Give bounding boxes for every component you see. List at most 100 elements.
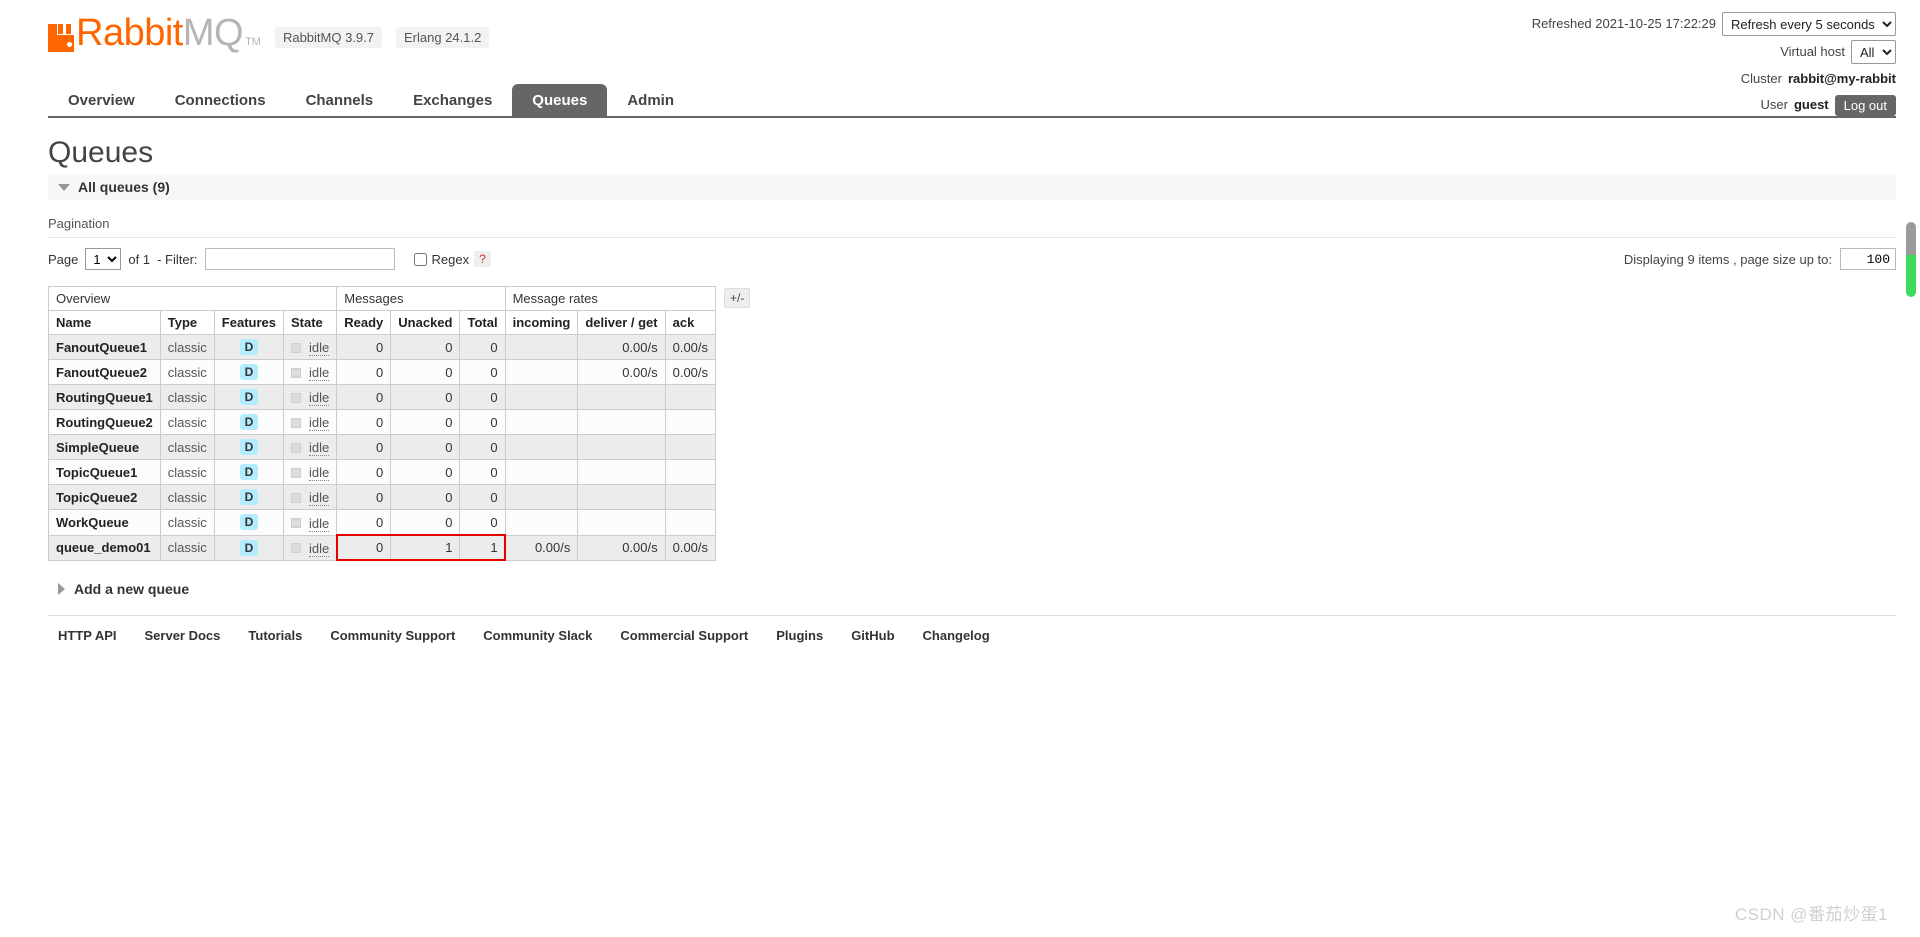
state-indicator-icon <box>291 342 301 353</box>
page-number-select[interactable]: 1 <box>85 248 122 270</box>
column-header-features[interactable]: Features <box>213 310 285 335</box>
cell-total: 1 <box>459 534 506 561</box>
cell-incoming <box>504 384 579 411</box>
cell-state: idle <box>282 333 338 361</box>
cell-name[interactable]: WorkQueue <box>48 509 161 536</box>
page-label: Page <box>48 251 79 267</box>
cell-name[interactable]: SimpleQueue <box>48 434 161 461</box>
state-label: idle <box>309 440 330 457</box>
cell-ack <box>664 434 717 461</box>
cell-name[interactable]: TopicQueue2 <box>48 484 161 511</box>
tab-exchanges[interactable]: Exchanges <box>393 84 512 116</box>
cell-ready: 0 <box>336 509 392 536</box>
cell-unacked: 0 <box>390 333 461 361</box>
main-content: Queues All queues (9) Pagination Page 1 … <box>0 136 1920 643</box>
cell-ready: 0 <box>336 409 392 436</box>
refresh-row: Refreshed 2021-10-25 17:22:29 Refresh ev… <box>1532 12 1896 36</box>
rabbit-icon <box>48 24 74 52</box>
column-header-row: Name Type Features State Ready Unacked T… <box>48 310 717 335</box>
table-row[interactable]: queue_demo01 classic Didle 0 1 1 0.00/s 0.00/s 0… <box>48 534 717 561</box>
durable-badge: D <box>239 489 259 506</box>
state-label: idle <box>309 415 330 432</box>
table-row[interactable]: FanoutQueue2 classic Didle 0 0 0 0.00/s 0.00/s <box>48 359 717 386</box>
tab-channels[interactable]: Channels <box>286 84 394 116</box>
cell-name[interactable]: RoutingQueue2 <box>48 409 161 436</box>
cell-name[interactable]: queue_demo01 <box>48 534 161 561</box>
pagination-controls: Page 1 of 1 - Filter: Regex ? Displaying… <box>48 248 1896 270</box>
page-scrollbar-track[interactable] <box>1905 0 1916 937</box>
state-label: idle <box>309 515 330 532</box>
regex-group: Regex ? <box>413 251 491 267</box>
column-header-deliver-get[interactable]: deliver / get <box>577 310 666 335</box>
footer-link[interactable]: GitHub <box>851 628 894 643</box>
state-label: idle <box>309 365 330 382</box>
state-indicator-icon <box>291 543 301 554</box>
cell-name[interactable]: FanoutQueue1 <box>48 333 161 361</box>
table-row[interactable]: RoutingQueue1 classic Didle 0 0 0 <box>48 384 717 411</box>
column-header-name[interactable]: Name <box>48 310 161 335</box>
table-row[interactable]: TopicQueue2 classic Didle 0 0 0 <box>48 484 717 511</box>
cell-state: idle <box>282 459 338 486</box>
rabbitmq-version-badge: RabbitMQ 3.9.7 <box>274 26 382 48</box>
table-row[interactable]: WorkQueue classic Didle 0 0 0 <box>48 509 717 536</box>
page-size-input[interactable] <box>1840 248 1896 270</box>
footer-link[interactable]: Plugins <box>776 628 823 643</box>
column-header-total[interactable]: Total <box>459 310 506 335</box>
cell-deliver-get <box>577 459 666 486</box>
cell-total: 0 <box>459 409 506 436</box>
all-queues-section-header[interactable]: All queues (9) <box>48 174 1896 200</box>
column-header-unacked[interactable]: Unacked <box>390 310 461 335</box>
filter-input[interactable] <box>204 248 395 270</box>
cell-total: 0 <box>459 333 506 361</box>
cell-type: classic <box>159 409 215 436</box>
add-new-queue-label: Add a new queue <box>74 580 190 597</box>
refresh-interval-select[interactable]: Refresh every 5 seconds <box>1722 12 1896 36</box>
tab-overview[interactable]: Overview <box>48 84 155 116</box>
cell-total: 0 <box>459 359 506 386</box>
cell-state: idle <box>282 409 338 436</box>
footer-link[interactable]: Community Support <box>330 628 455 643</box>
group-header-overview: Overview <box>47 286 338 311</box>
cell-features: D <box>213 484 285 511</box>
tab-connections[interactable]: Connections <box>155 84 286 116</box>
column-header-ready[interactable]: Ready <box>336 310 392 335</box>
table-row[interactable]: SimpleQueue classic Didle 0 0 0 <box>48 434 717 461</box>
column-header-incoming[interactable]: incoming <box>504 310 579 335</box>
regex-checkbox[interactable] <box>413 252 427 266</box>
vhost-select[interactable]: All <box>1851 40 1896 64</box>
footer-link[interactable]: Server Docs <box>145 628 221 643</box>
footer-link[interactable]: Changelog <box>923 628 990 643</box>
durable-badge: D <box>239 464 259 481</box>
cell-features: D <box>213 409 285 436</box>
table-row[interactable]: TopicQueue1 classic Didle 0 0 0 <box>48 459 717 486</box>
durable-badge: D <box>239 439 259 456</box>
cell-ack <box>664 459 717 486</box>
cell-type: classic <box>159 359 215 386</box>
regex-label: Regex <box>431 251 470 267</box>
footer-link[interactable]: Commercial Support <box>620 628 748 643</box>
cell-features: D <box>213 459 285 486</box>
cell-name[interactable]: RoutingQueue1 <box>48 384 161 411</box>
tab-queues[interactable]: Queues <box>512 84 608 116</box>
page-scrollbar-progress[interactable] <box>1906 255 1916 297</box>
cell-name[interactable]: TopicQueue1 <box>48 459 161 486</box>
footer-link[interactable]: Community Slack <box>483 628 592 643</box>
cell-unacked: 0 <box>390 384 461 411</box>
cell-name[interactable]: FanoutQueue2 <box>48 359 161 386</box>
column-header-ack[interactable]: ack <box>664 310 717 335</box>
cell-deliver-get <box>577 509 666 536</box>
toggle-columns-button[interactable]: +/- <box>724 288 751 308</box>
page-scrollbar-thumb[interactable] <box>1906 222 1916 257</box>
column-header-type[interactable]: Type <box>159 310 215 335</box>
footer-link[interactable]: Tutorials <box>248 628 302 643</box>
column-header-state[interactable]: State <box>282 310 338 335</box>
add-new-queue-toggle[interactable]: Add a new queue <box>58 581 1896 597</box>
table-row[interactable]: RoutingQueue2 classic Didle 0 0 0 <box>48 409 717 436</box>
tab-admin[interactable]: Admin <box>607 84 694 116</box>
rabbitmq-logo[interactable]: Rabbit MQ TM <box>48 14 261 52</box>
table-row[interactable]: FanoutQueue1 classic Didle 0 0 0 0.00/s 0.00/s <box>48 333 717 361</box>
regex-help-icon[interactable]: ? <box>474 251 491 267</box>
page-total-label: of 1 <box>128 251 151 267</box>
footer-link[interactable]: HTTP API <box>58 628 117 643</box>
cell-unacked: 0 <box>390 509 461 536</box>
